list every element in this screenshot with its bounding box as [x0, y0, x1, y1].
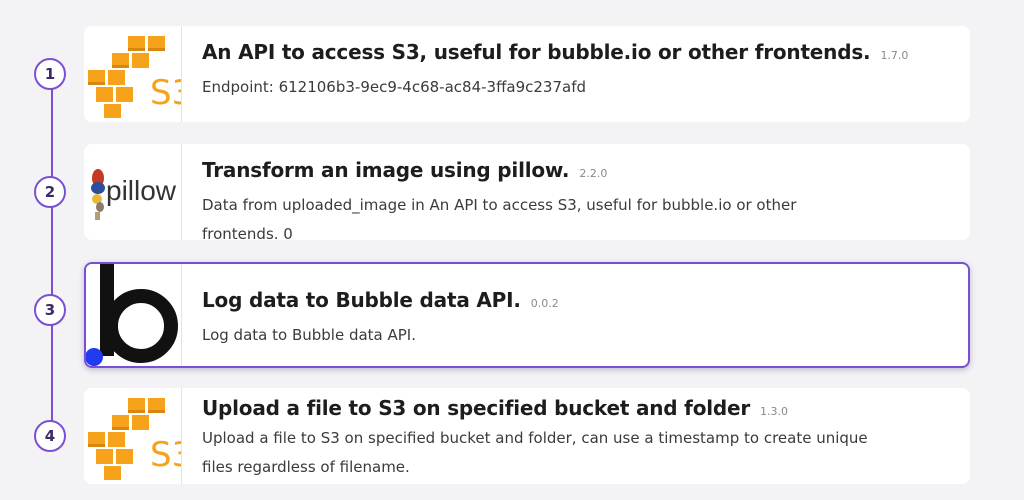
- version-label: 1.7.0: [880, 49, 909, 62]
- svg-text:S3: S3: [150, 73, 181, 113]
- step-card-2[interactable]: pillow Transform an image using pillow. …: [84, 144, 970, 240]
- step-card-3[interactable]: Log data to Bubble data API. 0.0.2 Log d…: [84, 262, 970, 368]
- version-label: 2.2.0: [579, 167, 608, 180]
- step-title: Transform an image using pillow.: [202, 158, 570, 182]
- svg-text:S3: S3: [150, 435, 181, 475]
- timeline-connector: [51, 74, 53, 436]
- step-title: Upload a file to S3 on specified bucket …: [202, 396, 751, 420]
- version-label: 1.3.0: [760, 405, 789, 418]
- step-number-2[interactable]: 2: [34, 176, 66, 208]
- step-description: Log data to Bubble data API.: [202, 326, 416, 344]
- step-title: An API to access S3, useful for bubble.i…: [202, 40, 871, 64]
- step-description: Data from uploaded_image in An API to ac…: [202, 196, 797, 240]
- step-description: Upload a file to S3 on specified bucket …: [202, 429, 868, 476]
- step-number-3[interactable]: 3: [34, 294, 66, 326]
- step-card-1[interactable]: S3 An API to access S3, useful for bubbl…: [84, 26, 970, 122]
- aws-s3-icon: S3: [84, 26, 182, 122]
- step-description: Endpoint: 612106b3-9ec9-4c68-ac84-3ffa9c…: [202, 78, 587, 96]
- svg-text:pillow: pillow: [106, 175, 177, 206]
- version-label: 0.0.2: [530, 297, 559, 310]
- bubble-logo-icon: [86, 264, 182, 366]
- pillow-logo-icon: pillow: [84, 144, 182, 240]
- workflow-steps-canvas: 1 2 3 4 S3 An API to a: [0, 0, 1024, 500]
- step-number-1[interactable]: 1: [34, 58, 66, 90]
- aws-s3-icon: S3: [84, 388, 182, 484]
- step-title: Log data to Bubble data API.: [202, 288, 521, 312]
- step-card-4[interactable]: S3 Upload a file to S3 on specified buck…: [84, 388, 970, 484]
- step-number-4[interactable]: 4: [34, 420, 66, 452]
